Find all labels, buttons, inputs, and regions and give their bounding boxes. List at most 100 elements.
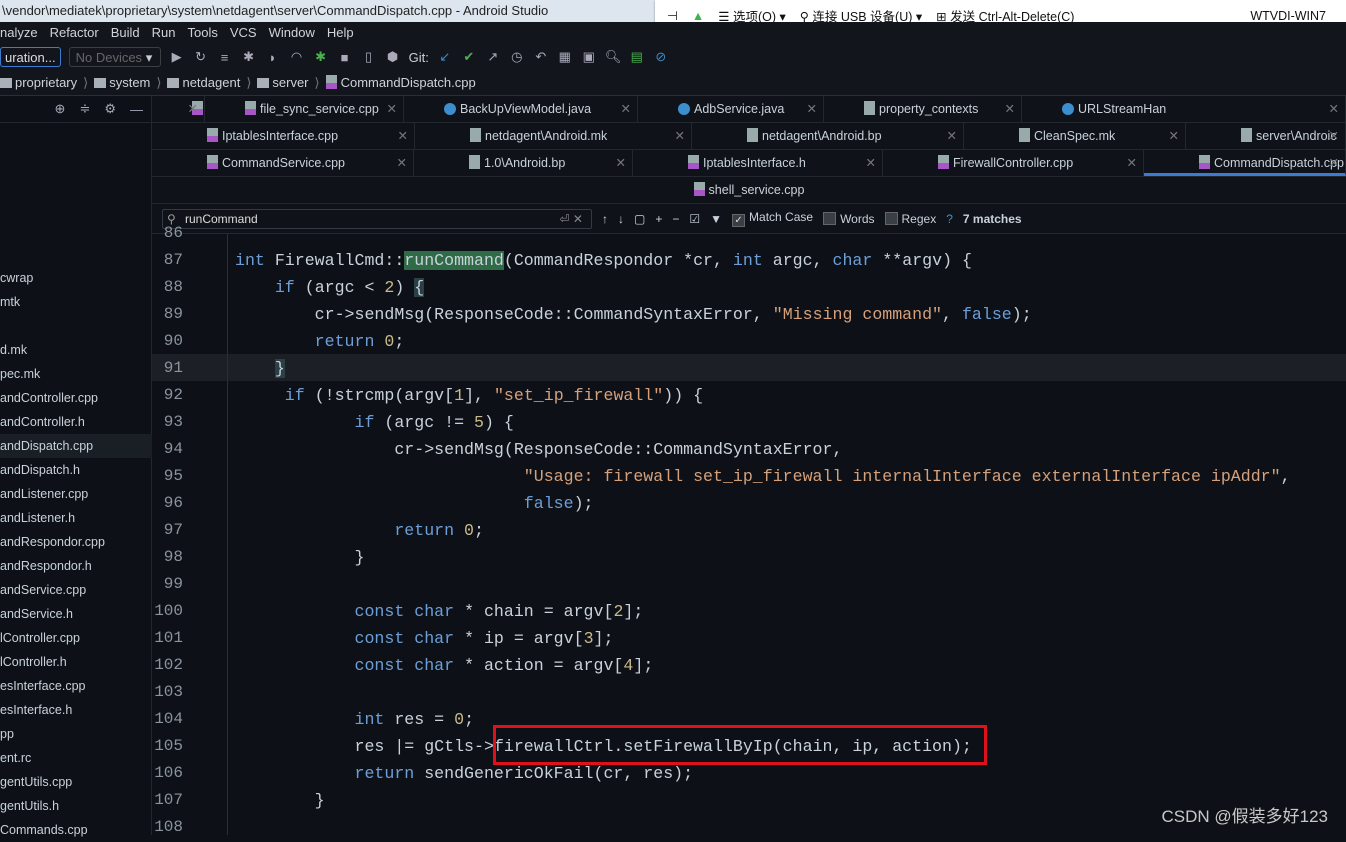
history-icon[interactable]: ◷ [509,49,525,65]
breadcrumb-item[interactable]: system [94,75,150,90]
close-icon[interactable]: ✕ [807,96,817,122]
close-icon[interactable]: ✕ [621,96,631,122]
tree-item[interactable]: andController.h [0,410,152,434]
breadcrumb-item[interactable]: CommandDispatch.cpp [325,75,476,90]
select-all-icon[interactable]: ▢ [634,212,645,226]
match-case-checkbox[interactable]: ✓ Match Case [732,210,813,227]
close-icon[interactable]: ✕ [1329,123,1339,149]
monitor-icon[interactable]: ▲ [692,9,704,23]
clear-icon[interactable]: ⏎ ✕ [560,210,583,228]
breadcrumb-item[interactable]: proprietary [0,75,77,90]
close-icon[interactable]: ✕ [947,123,957,149]
coverage-icon[interactable]: ◗ [265,50,281,65]
rollback-icon[interactable]: ↶ [533,49,549,65]
tab-cleanspec-mk[interactable]: CleanSpec.mk ✕ [964,123,1186,149]
gear-icon[interactable]: ⚙ [104,101,116,117]
locate-icon[interactable]: ⊕ [55,101,66,117]
tree-item[interactable]: andService.h [0,602,152,626]
pin-icon[interactable]: ⊣ [667,8,678,23]
device-manager-icon[interactable]: ▯ [361,49,377,65]
tab-commandservice-cpp[interactable]: CommandService.cpp ✕ [152,150,414,176]
close-icon[interactable]: ✕ [866,150,876,176]
tree-item[interactable]: pp [0,722,152,746]
regex-help-link[interactable]: ? [946,212,953,226]
menu-item[interactable]: Help [327,22,354,44]
tree-item[interactable]: ent.rc [0,746,152,770]
next-match-icon[interactable]: ↓ [618,212,624,226]
git-push-icon[interactable]: ↗ [485,49,501,65]
apply-code-icon[interactable]: ≡ [217,50,233,65]
tab-urlstreamhan[interactable]: URLStreamHan ✕ [1022,96,1346,122]
tab-adbservice-java[interactable]: AdbService.java ✕ [638,96,824,122]
tree-item[interactable]: lController.cpp [0,626,152,650]
remove-occurrence-icon[interactable]: − [672,212,679,226]
tab-iptablesinterface-h[interactable]: IptablesInterface.h ✕ [633,150,883,176]
run-icon[interactable]: ▶ [169,49,185,65]
breadcrumb-item[interactable]: netdagent [167,75,240,90]
regex-checkbox[interactable]: Regex [884,211,936,226]
tab-commanddispatch-cpp[interactable]: CommandDispatch.cpp ✕ [1144,150,1346,176]
menu-item[interactable]: nalyze [0,22,38,44]
close-icon[interactable]: ✕ [616,150,626,176]
git-commit-icon[interactable]: ✔ [461,49,477,65]
power-save-icon[interactable]: ⊘ [653,49,669,65]
close-icon[interactable]: ✕ [397,150,407,176]
search-everywhere-icon[interactable]: 🔍︎ [605,49,622,65]
device-select[interactable]: No Devices ▾ [68,47,161,67]
tree-item[interactable]: andService.cpp [0,578,152,602]
close-icon[interactable]: ✕ [188,96,198,122]
menu-item[interactable]: Window [269,22,315,44]
profiler-icon[interactable]: ▤ [629,49,645,65]
add-occurrence-icon[interactable]: + [655,212,662,226]
menu-item[interactable]: Tools [188,22,218,44]
close-icon[interactable]: ✕ [675,123,685,149]
git-update-icon[interactable]: ↙ [437,49,453,65]
breadcrumb-item[interactable]: server [257,75,309,90]
close-icon[interactable]: ✕ [1329,96,1339,122]
close-icon[interactable]: ✕ [1169,123,1179,149]
tab-shell-service-cpp[interactable]: shell_service.cpp [152,177,1346,203]
minimize-icon[interactable]: — [130,102,143,117]
tree-item[interactable]: Commands.cpp [0,818,152,842]
run-configuration-button[interactable]: uration... [0,47,61,67]
tab-netdagent-android-bp[interactable]: netdagent\Android.bp ✕ [692,123,964,149]
tree-item[interactable]: gentUtils.h [0,794,152,818]
tree-item[interactable]: andController.cpp [0,386,152,410]
tab-server-androic[interactable]: server\Androic ✕ [1186,123,1346,149]
tree-item[interactable]: esInterface.h [0,698,152,722]
tree-item[interactable]: gentUtils.cpp [0,770,152,794]
tab-firewallcontroller-cpp[interactable]: FirewallController.cpp ✕ [883,150,1144,176]
menu-item[interactable]: Run [152,22,176,44]
words-checkbox[interactable]: Words [823,211,875,226]
close-icon[interactable]: ✕ [398,123,408,149]
search-input[interactable]: ⚲ runCommand ⏎ ✕ [162,208,592,229]
tree-item[interactable]: andDispatch.cpp [0,434,152,458]
tab-1-0-android-bp[interactable]: 1.0\Android.bp ✕ [414,150,633,176]
tree-item[interactable]: andListener.cpp [0,482,152,506]
menu-item[interactable]: Refactor [50,22,99,44]
tree-item[interactable]: lController.h [0,650,152,674]
debug-icon[interactable]: ✱ [241,49,257,65]
menu-item[interactable]: VCS [230,22,257,44]
attach-debugger-icon[interactable]: ✱ [313,49,329,65]
tab-file-sync-service-cpp[interactable]: file_sync_service.cpp ✕ [205,96,404,122]
tab-backupviewmodel-java[interactable]: BackUpViewModel.java ✕ [404,96,638,122]
tree-item[interactable]: esInterface.cpp [0,674,152,698]
close-icon[interactable]: ✕ [1127,150,1137,176]
close-icon[interactable]: ✕ [387,96,397,122]
tree-item[interactable]: andListener.h [0,506,152,530]
sdk-manager-icon[interactable]: ⬢ [385,49,401,65]
collapse-icon[interactable]: ≑ [79,101,90,117]
menu-item[interactable]: Build [111,22,140,44]
close-icon[interactable]: ✕ [1005,96,1015,122]
filter-icon[interactable]: ▼ [710,212,722,226]
prev-match-icon[interactable]: ↑ [602,212,608,226]
tree-item[interactable]: andRespondor.h [0,554,152,578]
apply-changes-icon[interactable]: ↻ [193,49,209,65]
profile-icon[interactable]: ◠ [289,49,305,65]
select-all-occurrences-icon[interactable]: ☑ [689,212,700,226]
stop-icon[interactable]: ■ [337,50,353,65]
tree-item[interactable]: andRespondor.cpp [0,530,152,554]
terminal-icon[interactable]: ▣ [581,49,597,65]
tree-item[interactable]: d.mk [0,338,152,362]
